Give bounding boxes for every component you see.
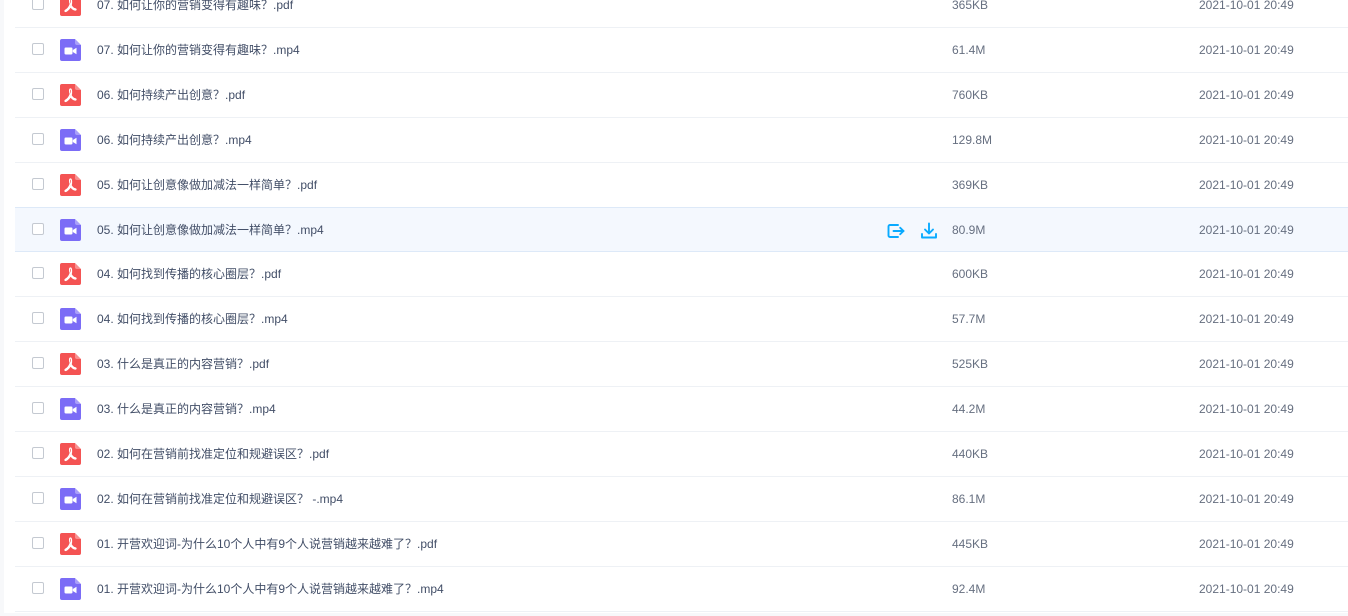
- pdf-file-icon: [60, 263, 81, 285]
- modified-time: 2021-10-01 20:49: [1199, 133, 1294, 147]
- file-size: 760KB: [952, 88, 989, 102]
- row-checkbox[interactable]: [32, 133, 44, 145]
- video-file-icon: [60, 398, 81, 420]
- file-name[interactable]: 07. 如何让你的营销变得有趣味？.pdf: [97, 0, 293, 27]
- file-list-page: 07. 如何让你的营销变得有趣味？.pdf 365KB 2021-10-01 20:…: [0, 0, 1348, 616]
- modified-time: 2021-10-01 20:49: [1199, 537, 1294, 551]
- modified-time: 2021-10-01 20:49: [1199, 582, 1294, 596]
- modified-time: 2021-10-01 20:49: [1199, 492, 1294, 506]
- file-name[interactable]: 05. 如何让创意像做加减法一样简单？.mp4: [97, 208, 324, 252]
- modified-time: 2021-10-01 20:49: [1199, 223, 1294, 237]
- file-size: 440KB: [952, 447, 989, 461]
- file-size: 525KB: [952, 357, 989, 371]
- file-row[interactable]: 06. 如何持续产出创意？.mp4 129.8M 2021-10-01 20:49: [15, 118, 1348, 163]
- file-size: 92.4M: [952, 582, 986, 596]
- row-checkbox[interactable]: [32, 0, 44, 10]
- row-checkbox[interactable]: [32, 267, 44, 279]
- file-name[interactable]: 01. 开营欢迎词-为什么10个人中有9个人说营销越来越难了？.mp4: [97, 567, 444, 611]
- row-checkbox[interactable]: [32, 492, 44, 504]
- file-row[interactable]: 03. 什么是真正的内容营销？.mp4 44.2M 2021-10-01 20:49: [15, 387, 1348, 432]
- row-checkbox[interactable]: [32, 447, 44, 459]
- file-size: 600KB: [952, 267, 989, 281]
- pdf-file-icon: [60, 533, 81, 555]
- file-row[interactable]: 04. 如何找到传播的核心圈层？.mp4 57.7M 2021-10-01 20:4…: [15, 297, 1348, 342]
- file-row[interactable]: 06. 如何持续产出创意？.pdf 760KB 2021-10-01 20:49: [15, 73, 1348, 118]
- row-checkbox[interactable]: [32, 402, 44, 414]
- modified-time: 2021-10-01 20:49: [1199, 43, 1294, 57]
- file-name[interactable]: 02. 如何在营销前找准定位和规避误区？.pdf: [97, 432, 329, 476]
- row-checkbox[interactable]: [32, 582, 44, 594]
- modified-time: 2021-10-01 20:49: [1199, 88, 1294, 102]
- file-size: 61.4M: [952, 43, 986, 57]
- file-size: 445KB: [952, 537, 989, 551]
- file-name[interactable]: 03. 什么是真正的内容营销？.mp4: [97, 387, 276, 431]
- file-list: 07. 如何让你的营销变得有趣味？.pdf 365KB 2021-10-01 20:…: [15, 0, 1348, 612]
- file-row[interactable]: 01. 开营欢迎词-为什么10个人中有9个人说营销越来越难了？.pdf 445KB…: [15, 522, 1348, 567]
- file-name[interactable]: 03. 什么是真正的内容营销？.pdf: [97, 342, 269, 386]
- file-size: 365KB: [952, 0, 989, 12]
- file-size: 86.1M: [952, 492, 986, 506]
- file-size: 369KB: [952, 178, 989, 192]
- file-name[interactable]: 07. 如何让你的营销变得有趣味？.mp4: [97, 28, 300, 72]
- row-checkbox[interactable]: [32, 88, 44, 100]
- video-file-icon: [60, 219, 81, 241]
- file-name[interactable]: 04. 如何找到传播的核心圈层？.mp4: [97, 297, 288, 341]
- modified-time: 2021-10-01 20:49: [1199, 402, 1294, 416]
- file-name[interactable]: 06. 如何持续产出创意？.pdf: [97, 73, 245, 117]
- file-row[interactable]: 01. 开营欢迎词-为什么10个人中有9个人说营销越来越难了？.mp4 92.4M…: [15, 567, 1348, 612]
- file-size: 44.2M: [952, 402, 986, 416]
- row-checkbox[interactable]: [32, 43, 44, 55]
- share-out-icon[interactable]: [886, 221, 906, 241]
- row-checkbox[interactable]: [32, 537, 44, 549]
- file-row[interactable]: 05. 如何让创意像做加减法一样简单？.mp4 80.9M 2021-10-01 2…: [15, 207, 1348, 252]
- file-row[interactable]: 05. 如何让创意像做加减法一样简单？.pdf 369KB 2021-10-01 2…: [15, 163, 1348, 208]
- file-name[interactable]: 01. 开营欢迎词-为什么10个人中有9个人说营销越来越难了？.pdf: [97, 522, 437, 566]
- row-checkbox[interactable]: [32, 223, 44, 235]
- pdf-file-icon: [60, 353, 81, 375]
- file-row[interactable]: 07. 如何让你的营销变得有趣味？.pdf 365KB 2021-10-01 20:…: [15, 0, 1348, 28]
- video-file-icon: [60, 578, 81, 600]
- file-name[interactable]: 02. 如何在营销前找准定位和规避误区？ -.mp4: [97, 477, 343, 521]
- file-name[interactable]: 06. 如何持续产出创意？.mp4: [97, 118, 252, 162]
- file-size: 129.8M: [952, 133, 993, 147]
- row-checkbox[interactable]: [32, 312, 44, 324]
- pdf-file-icon: [60, 174, 81, 196]
- file-row[interactable]: 03. 什么是真正的内容营销？.pdf 525KB 2021-10-01 20:49: [15, 342, 1348, 387]
- video-file-icon: [60, 129, 81, 151]
- file-name[interactable]: 05. 如何让创意像做加减法一样简单？.pdf: [97, 163, 317, 207]
- left-edge: [0, 0, 4, 616]
- pdf-file-icon: [60, 0, 81, 16]
- file-size: 80.9M: [952, 223, 986, 237]
- file-row[interactable]: 04. 如何找到传播的核心圈层？.pdf 600KB 2021-10-01 20:4…: [15, 252, 1348, 297]
- modified-time: 2021-10-01 20:49: [1199, 267, 1294, 281]
- row-checkbox[interactable]: [32, 178, 44, 190]
- download-icon[interactable]: [919, 221, 939, 241]
- modified-time: 2021-10-01 20:49: [1199, 447, 1294, 461]
- modified-time: 2021-10-01 20:49: [1199, 312, 1294, 326]
- pdf-file-icon: [60, 84, 81, 106]
- video-file-icon: [60, 488, 81, 510]
- file-size: 57.7M: [952, 312, 986, 326]
- pdf-file-icon: [60, 443, 81, 465]
- modified-time: 2021-10-01 20:49: [1199, 0, 1294, 12]
- modified-time: 2021-10-01 20:49: [1199, 178, 1294, 192]
- file-row[interactable]: 02. 如何在营销前找准定位和规避误区？ -.mp4 86.1M 2021-10-0…: [15, 477, 1348, 522]
- row-checkbox[interactable]: [32, 357, 44, 369]
- file-row[interactable]: 07. 如何让你的营销变得有趣味？.mp4 61.4M 2021-10-01 20:…: [15, 28, 1348, 73]
- video-file-icon: [60, 308, 81, 330]
- file-row[interactable]: 02. 如何在营销前找准定位和规避误区？.pdf 440KB 2021-10-01 …: [15, 432, 1348, 477]
- video-file-icon: [60, 39, 81, 61]
- modified-time: 2021-10-01 20:49: [1199, 357, 1294, 371]
- file-name[interactable]: 04. 如何找到传播的核心圈层？.pdf: [97, 252, 281, 296]
